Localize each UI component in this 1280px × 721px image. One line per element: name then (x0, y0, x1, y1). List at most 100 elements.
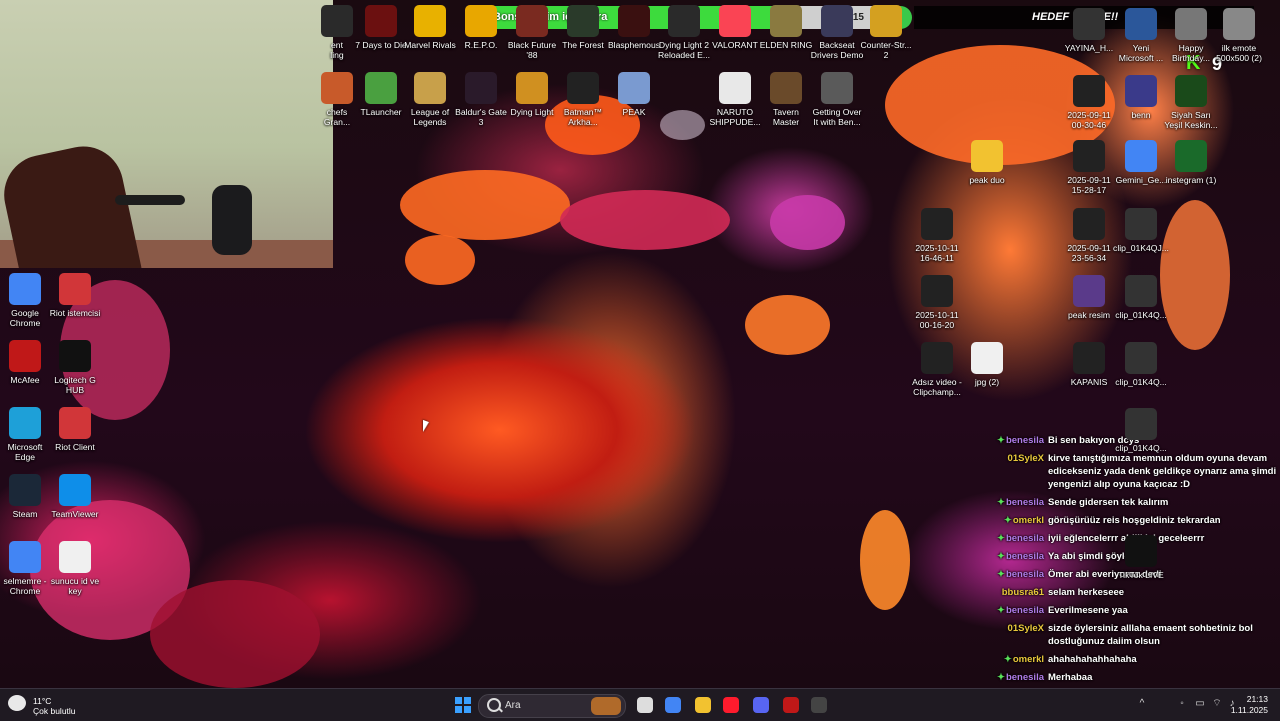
chat-badge-icon: ✦ (997, 672, 1005, 683)
search-icon (487, 698, 501, 712)
display-icon[interactable]: ▭ (1194, 698, 1206, 710)
chrome-icon (9, 541, 41, 573)
taskbar-app-button[interactable] (780, 694, 802, 716)
chat-message: 01SyleX sizde öylersiniz alllaha emaent s… (990, 622, 1280, 648)
wallpaper-shape (560, 190, 730, 250)
mouse-cursor-icon (423, 419, 429, 435)
desktop-shortcut[interactable]: instegram (1) (1160, 140, 1222, 185)
backseat-drivers-icon (821, 5, 853, 37)
chat-username-text: benesila (1005, 497, 1044, 508)
search-highlight-image (591, 697, 621, 715)
document-icon (971, 342, 1003, 374)
search-placeholder: Ara (505, 700, 521, 711)
chat-badge-icon: ✦ (997, 551, 1005, 562)
tlauncher-icon (365, 72, 397, 104)
desktop-shortcut[interactable]: clip_01K4Q... (1110, 408, 1172, 453)
shortcut-label: clip_01K4Q... (1115, 377, 1167, 387)
shortcut-label: clip_01K4Q... (1115, 443, 1167, 453)
marvel-rivals-icon (414, 5, 446, 37)
wallpaper-shape (150, 580, 320, 688)
shortcut-label: Riot istemcisi (49, 308, 101, 318)
desktop-shortcut[interactable]: clip_01K4Q... (1110, 275, 1172, 320)
chat-username-text: omerkl (1012, 515, 1044, 526)
desktop-shortcut[interactable]: clip_01K4QJ... (1110, 208, 1172, 253)
desktop-shortcut[interactable]: 2025-10-11 16-46-11 (906, 208, 968, 263)
chevron-up-icon[interactable]: ^ (1136, 698, 1148, 710)
task-view-icon (637, 697, 653, 713)
chat-message-text: Everilmesene yaa (1048, 605, 1128, 616)
shortcut-label: ilk emote 500x500 (2) (1216, 43, 1262, 63)
windows-start-icon (455, 697, 471, 713)
desktop-shortcut[interactable]: Siyah Sarı Yeşil Keskin... (1160, 75, 1222, 130)
chat-message-text: ahahahahahhahaha (1048, 654, 1137, 665)
opera-icon (723, 697, 739, 713)
taskbar-app-button[interactable] (634, 694, 656, 716)
desktop-shortcut[interactable]: PEAK (603, 72, 665, 117)
system-clock[interactable]: 21:13 1.11.2025 (1231, 694, 1268, 716)
desktop-shortcut[interactable]: TeamViewer (44, 474, 106, 519)
webcam-microphone (212, 185, 252, 255)
word-icon (1125, 8, 1157, 40)
image-icon (1073, 275, 1105, 307)
shortcut-label: Riot Client (55, 442, 95, 452)
desktop-shortcut[interactable]: sunucu id ve key (44, 541, 106, 596)
desktop-shortcut[interactable]: peak duo (956, 140, 1018, 185)
chat-username: ✦benesila (990, 550, 1044, 563)
desktop-shortcut[interactable]: jpg (2) (956, 342, 1018, 387)
shortcut-label: clip_01K4QJ... (1113, 243, 1169, 253)
shortcut-label: instegram (1) (1165, 175, 1217, 185)
chat-badge-icon: ✦ (997, 497, 1005, 508)
mcafee-icon (783, 697, 799, 713)
search-box[interactable]: Ara (478, 694, 626, 718)
wallpaper-shape (405, 235, 475, 285)
mcafee-icon (9, 340, 41, 372)
start-button[interactable] (452, 694, 474, 716)
chat-username: ✦omerkl (990, 653, 1044, 666)
chat-message-text: selam herkeseee (1048, 587, 1125, 598)
video-icon (1125, 275, 1157, 307)
desktop-shortcut[interactable]: ilk emote 500x500 (2) (1208, 8, 1270, 63)
video-icon (1073, 342, 1105, 374)
blasphemous-icon (618, 5, 650, 37)
network-icon[interactable]: ◦ (1176, 698, 1188, 710)
steam-icon (9, 474, 41, 506)
desktop-shortcut[interactable]: TikTok LIVE (1110, 535, 1172, 580)
taskbar-app-button[interactable] (692, 694, 714, 716)
desktop-shortcut[interactable]: Logitech G HUB (44, 340, 106, 395)
counter-strike-icon (870, 5, 902, 37)
clock-time: 21:13 (1246, 694, 1268, 704)
getting-over-it-icon (821, 72, 853, 104)
chat-badge-icon: ✦ (997, 569, 1005, 580)
obs-icon (811, 697, 827, 713)
desktop-shortcut[interactable]: Riot istemcisi (44, 273, 106, 318)
desktop-shortcut[interactable]: 2025-10-11 00-16-20 (906, 275, 968, 330)
desktop-shortcut[interactable]: Riot Client (44, 407, 106, 452)
taskbar-app-button[interactable] (808, 694, 830, 716)
image-icon (1175, 140, 1207, 172)
wallpaper-shape (770, 195, 845, 250)
desktop-shortcut[interactable]: clip_01K4Q... (1110, 342, 1172, 387)
video-icon (1073, 208, 1105, 240)
shortcut-label: sunucu id ve key (50, 576, 100, 596)
taskbar-app-button[interactable] (750, 694, 772, 716)
chat-message: bbusra61 selam herkeseee (990, 586, 1280, 599)
chat-badge-icon: ✦ (1003, 515, 1012, 526)
chat-username-text: 01SyleX (1007, 453, 1044, 464)
shortcut-label: Counter-Str... 2 (860, 40, 912, 60)
7days-icon (365, 5, 397, 37)
wallpaper-shape (745, 295, 830, 355)
chat-message: ✦omerkl görüşürüüz reis hoşgeldiniz tekra… (990, 514, 1280, 527)
taskbar-app-button[interactable] (720, 694, 742, 716)
chat-username-text: benesila (1005, 569, 1044, 580)
taskbar-app-button[interactable] (662, 694, 684, 716)
desktop-shortcut[interactable]: Counter-Str... 2 (855, 5, 917, 60)
chat-message-text: kirve tanıştığımıza memnun oldum oyuna d… (1048, 453, 1277, 490)
chat-username: ✦benesila (990, 671, 1044, 684)
chat-username-text: benesila (1005, 672, 1044, 683)
video-icon (921, 342, 953, 374)
desktop-shortcut[interactable]: Getting Over It with Ben... (806, 72, 868, 127)
chat-username: ✦benesila (990, 532, 1044, 545)
edge-icon (9, 407, 41, 439)
wifi-icon[interactable]: ⌔ (1211, 698, 1223, 710)
chat-username-text: bbusra61 (1001, 587, 1044, 598)
